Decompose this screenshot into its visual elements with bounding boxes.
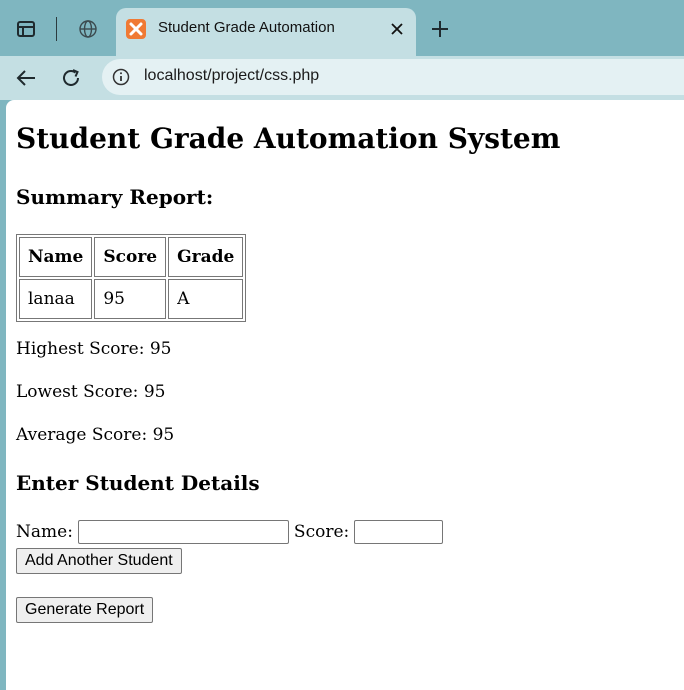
xampp-favicon-icon (126, 19, 146, 39)
summary-heading: Summary Report: (16, 185, 214, 209)
student-form-row: Name: Score: (16, 520, 448, 544)
page-viewport: Student Grade Automation System Summary … (6, 100, 684, 690)
cell-score: 95 (94, 279, 167, 319)
tab-strip: Student Grade Automation (0, 0, 684, 56)
form-heading: Enter Student Details (16, 471, 260, 495)
cell-grade: A (168, 279, 244, 319)
summary-table: Name Score Grade lanaa 95 A (16, 234, 247, 322)
tab-separator (56, 17, 57, 41)
column-header-score: Score (94, 237, 167, 277)
tab-title: Student Grade Automation (158, 19, 335, 36)
column-header-name: Name (19, 237, 93, 277)
new-tab-icon[interactable] (424, 14, 456, 44)
close-tab-icon[interactable] (384, 16, 410, 42)
name-label: Name: (16, 522, 73, 542)
average-score: Average Score: 95 (16, 425, 175, 445)
score-input[interactable] (354, 520, 444, 544)
add-student-button[interactable]: Add Another Student (16, 548, 182, 574)
table-header-row: Name Score Grade (19, 237, 244, 277)
site-info-icon[interactable] (110, 66, 132, 88)
cell-name: lanaa (19, 279, 93, 319)
browser-toolbar: localhost/project/css.php (0, 56, 684, 100)
page-title: Student Grade Automation System (16, 122, 561, 155)
address-bar[interactable]: localhost/project/css.php (102, 59, 684, 95)
name-input[interactable] (77, 520, 289, 544)
globe-icon[interactable] (72, 14, 104, 44)
active-tab[interactable]: Student Grade Automation (116, 8, 416, 56)
column-header-grade: Grade (168, 237, 244, 277)
highest-score: Highest Score: 95 (16, 339, 172, 359)
reload-icon[interactable] (55, 62, 87, 94)
generate-report-button[interactable]: Generate Report (16, 597, 154, 623)
url-text: localhost/project/css.php (144, 67, 320, 84)
back-arrow-icon[interactable] (10, 62, 42, 94)
table-row: lanaa 95 A (19, 279, 244, 319)
lowest-score: Lowest Score: 95 (16, 382, 166, 402)
sidebar-toggle-icon[interactable] (10, 14, 42, 44)
score-label: Score: (293, 522, 350, 542)
